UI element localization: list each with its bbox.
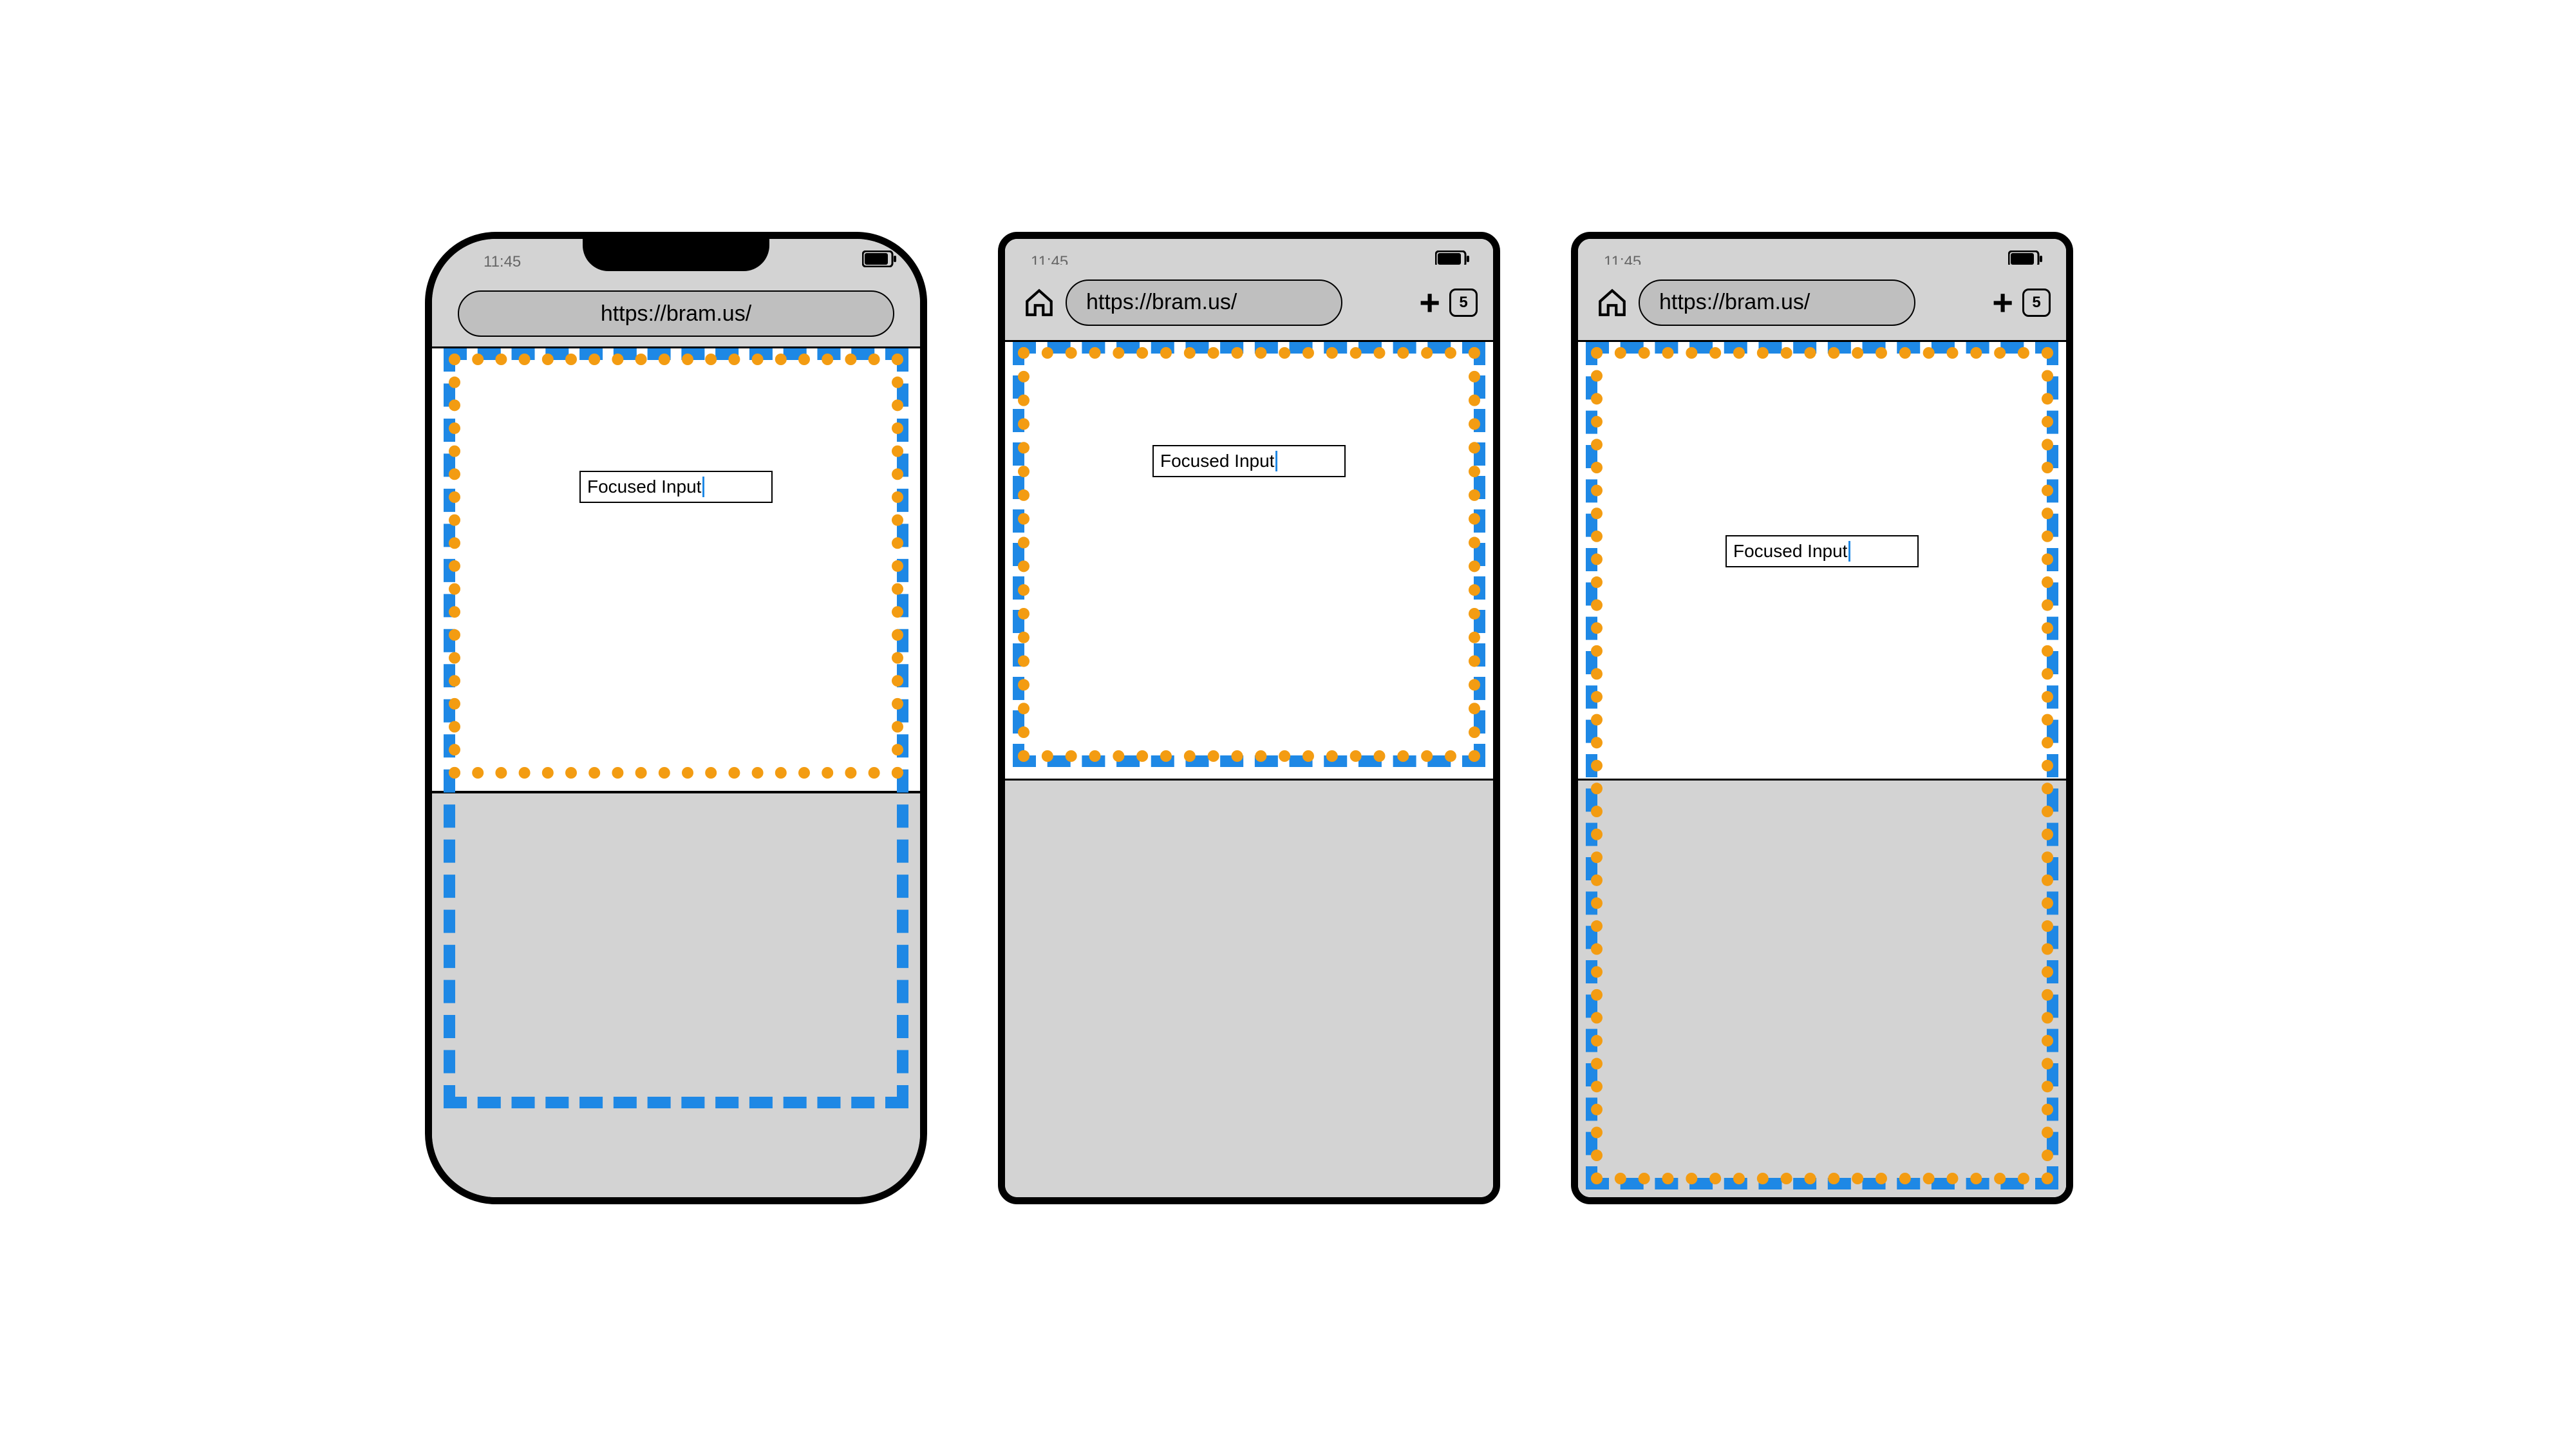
page-content: Focused Input	[1005, 342, 1493, 780]
focused-input[interactable]: Focused Input	[1725, 535, 1919, 567]
url-field[interactable]: https://bram.us/	[458, 290, 894, 337]
input-value: Focused Input	[1733, 541, 1847, 562]
url-field[interactable]: https://bram.us/	[1639, 279, 1915, 326]
notch	[583, 239, 769, 271]
input-value: Focused Input	[587, 477, 701, 497]
virtual-keyboard[interactable]	[1005, 779, 1493, 1197]
url-text: https://bram.us/	[1659, 290, 1810, 315]
input-value: Focused Input	[1160, 451, 1274, 471]
new-tab-button[interactable]: +	[1992, 285, 2013, 321]
page-content: Focused Input	[432, 348, 920, 793]
url-field[interactable]: https://bram.us/	[1066, 279, 1342, 326]
focused-input[interactable]: Focused Input	[579, 471, 773, 503]
url-text: https://bram.us/	[1086, 290, 1237, 315]
text-caret	[702, 477, 704, 497]
new-tab-button[interactable]: +	[1419, 285, 1440, 321]
text-caret	[1275, 451, 1277, 471]
tab-count[interactable]: 5	[2022, 289, 2051, 317]
text-caret	[1848, 541, 1850, 562]
phone-android-overlay: 11:45 https://bram.us/ + 5 Focused Input	[1571, 232, 2073, 1204]
phone-android-resize: 11:45 https://bram.us/ + 5 Focused Input	[998, 232, 1500, 1204]
home-icon[interactable]	[1023, 287, 1055, 319]
phone-iphone: 11:45 https://bram.us/ Focused Input	[425, 232, 927, 1204]
address-bar: https://bram.us/ + 5	[1578, 265, 2066, 342]
url-text: https://bram.us/	[601, 301, 751, 327]
status-time: 11:45	[484, 253, 521, 271]
home-icon[interactable]	[1596, 287, 1628, 319]
battery-icon	[862, 251, 897, 267]
focused-input[interactable]: Focused Input	[1152, 445, 1346, 477]
address-bar: https://bram.us/ + 5	[1005, 265, 1493, 342]
virtual-keyboard[interactable]	[432, 791, 920, 1197]
address-bar: https://bram.us/	[432, 278, 920, 348]
tab-count[interactable]: 5	[1449, 289, 1478, 317]
virtual-keyboard[interactable]	[1578, 779, 2066, 1197]
